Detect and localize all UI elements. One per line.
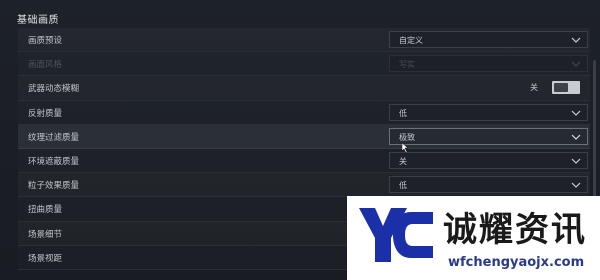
setting-label: 场景细节 xyxy=(28,229,63,240)
brand-logo-icon xyxy=(359,208,433,262)
setting-label: 粒子效果质量 xyxy=(28,181,80,192)
chevron-down-icon xyxy=(571,110,581,116)
setting-row-visual-style: 画面风格 写实 xyxy=(18,52,590,77)
setting-row-ambient-occlusion[interactable]: 环境遮蔽质量 关 xyxy=(18,149,590,174)
mouse-cursor-icon xyxy=(402,143,409,153)
setting-label: 纹理过滤质量 xyxy=(28,132,80,143)
setting-row-reflection-quality[interactable]: 反射质量 低 xyxy=(18,101,590,125)
chevron-down-icon xyxy=(571,182,581,188)
dropdown-value: 关 xyxy=(399,156,407,166)
texture-filtering-dropdown[interactable]: 极致 xyxy=(389,127,588,145)
ambient-occlusion-dropdown[interactable]: 关 xyxy=(389,151,588,169)
section-title: 基础画质 xyxy=(17,15,59,26)
setting-row-texture-filtering[interactable]: 纹理过滤质量 极致 xyxy=(18,124,590,149)
toggle-knob xyxy=(554,83,568,93)
chevron-down-icon xyxy=(571,37,581,43)
visual-style-dropdown: 写实 xyxy=(389,55,588,73)
watermark-brand-name: 诚耀资讯 xyxy=(443,210,587,250)
reflection-quality-dropdown[interactable]: 低 xyxy=(389,103,588,121)
setting-row-particle-quality[interactable]: 粒子效果质量 低 xyxy=(18,173,590,198)
setting-label: 画质预设 xyxy=(28,36,63,46)
dropdown-value: 极致 xyxy=(399,132,415,142)
setting-row-quality-preset[interactable]: 画质预设 自定义 xyxy=(18,28,590,53)
setting-label: 反射质量 xyxy=(28,108,63,119)
setting-label: 画面风格 xyxy=(28,60,63,71)
chevron-down-icon xyxy=(571,134,581,140)
setting-row-weapon-motion-blur[interactable]: 武器动态模糊 关 xyxy=(18,76,590,101)
setting-label: 环境遮蔽质量 xyxy=(28,156,80,167)
particle-quality-dropdown[interactable]: 低 xyxy=(389,176,588,194)
dropdown-value: 低 xyxy=(399,108,407,118)
setting-label: 扭曲质量 xyxy=(28,205,63,216)
toggle-switch[interactable] xyxy=(552,81,580,95)
toggle-state-label: 关 xyxy=(530,83,538,93)
dropdown-value: 自定义 xyxy=(399,36,423,45)
dropdown-value: 写实 xyxy=(399,60,415,70)
quality-preset-dropdown[interactable]: 自定义 xyxy=(389,31,588,48)
setting-label: 武器动态模糊 xyxy=(28,84,80,95)
chevron-down-icon xyxy=(571,158,581,164)
watermark-url: wfchengyaojx.com xyxy=(448,255,585,270)
watermark: 诚耀资讯 wfchengyaojx.com xyxy=(347,196,600,280)
weapon-motion-blur-toggle[interactable]: 关 xyxy=(530,81,590,95)
setting-label: 场景视距 xyxy=(28,253,63,264)
chevron-down-icon xyxy=(571,61,581,68)
dropdown-value: 低 xyxy=(399,181,407,191)
scrollbar[interactable] xyxy=(593,60,596,200)
